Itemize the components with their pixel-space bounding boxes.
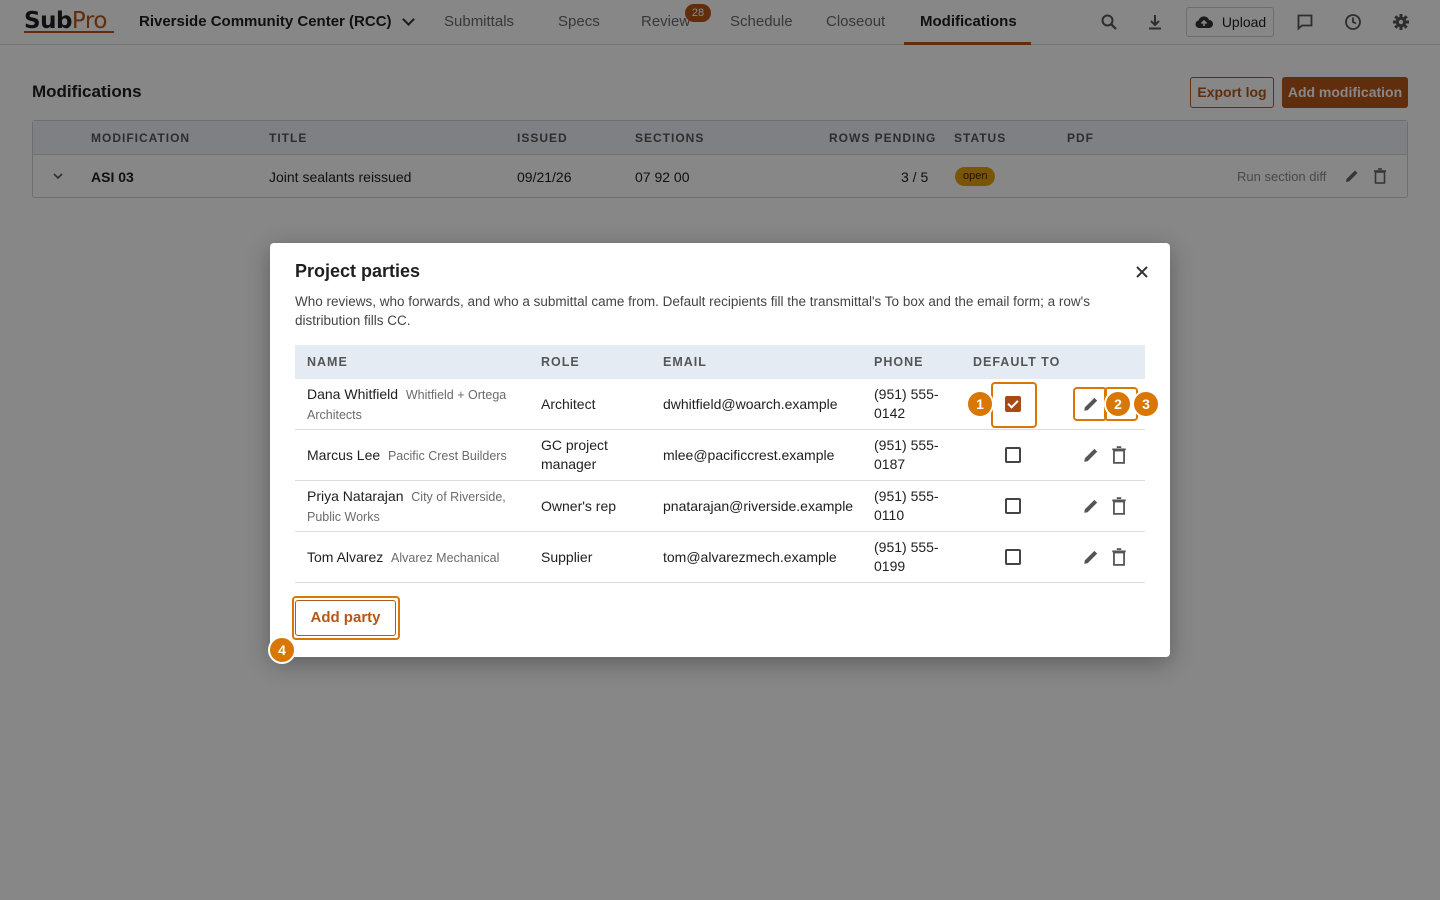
dialog-title: Project parties	[295, 261, 421, 281]
default-to-checkbox[interactable]	[1005, 549, 1021, 565]
highlight-default-to-checkbox	[991, 382, 1037, 428]
party-row: Priya Natarajan City of Riverside, Publi…	[295, 481, 1145, 532]
highlight-add-party-button	[292, 596, 400, 640]
party-name-cell: Tom Alvarez Alvarez Mechanical	[307, 548, 537, 568]
party-phone: (951) 555-0199	[874, 539, 939, 574]
parties-table-header: NAME ROLE EMAIL PHONE DEFAULT TO	[295, 345, 1145, 379]
party-name: Tom Alvarez	[307, 549, 384, 565]
annotation-marker-4: 4	[268, 636, 296, 664]
party-email: pnatarajan@riverside.example	[663, 498, 854, 514]
party-role: Owner's rep	[541, 498, 617, 514]
close-icon[interactable]	[1132, 262, 1152, 282]
party-name-cell: Dana Whitfield Whitfield + Ortega Archit…	[307, 385, 527, 425]
highlight-edit-button	[1073, 387, 1107, 421]
project-parties-dialog: Project parties Who reviews, who forward…	[268, 243, 1170, 664]
party-org: Pacific Crest Builders	[387, 449, 507, 463]
col-name: NAME	[307, 355, 348, 369]
party-role: GC project manager	[541, 437, 608, 472]
annotation-marker-1: 1	[966, 390, 994, 418]
col-role: ROLE	[541, 355, 580, 369]
col-default-to: DEFAULT TO	[973, 355, 1061, 369]
trash-icon[interactable]	[1110, 446, 1128, 464]
party-name: Priya Natarajan	[307, 488, 404, 504]
annotation-marker-2: 2	[1104, 390, 1132, 418]
party-role: Architect	[541, 396, 596, 412]
party-role: Supplier	[541, 549, 593, 565]
party-name-cell: Marcus Lee Pacific Crest Builders	[307, 446, 537, 466]
party-name: Marcus Lee	[307, 447, 381, 463]
party-email: mlee@pacificcrest.example	[663, 447, 835, 463]
trash-icon[interactable]	[1110, 548, 1128, 566]
party-org: Alvarez Mechanical	[391, 551, 500, 565]
party-phone: (951) 555-0187	[874, 437, 939, 472]
pencil-icon[interactable]	[1082, 548, 1100, 566]
pencil-icon[interactable]	[1082, 446, 1100, 464]
party-name: Dana Whitfield	[307, 386, 399, 402]
party-row: Tom Alvarez Alvarez Mechanical Supplier …	[295, 532, 1145, 583]
party-phone: (951) 555-0142	[874, 386, 939, 421]
col-email: EMAIL	[663, 355, 707, 369]
dialog-description: Who reviews, who forwards, and who a sub…	[295, 294, 1090, 328]
pencil-icon[interactable]	[1082, 497, 1100, 515]
party-email: tom@alvarezmech.example	[663, 549, 837, 565]
trash-icon[interactable]	[1110, 497, 1128, 515]
annotation-marker-3: 3	[1132, 390, 1160, 418]
default-to-checkbox[interactable]	[1005, 498, 1021, 514]
col-phone: PHONE	[874, 355, 924, 369]
party-row: Marcus Lee Pacific Crest Builders GC pro…	[295, 430, 1145, 481]
party-name-cell: Priya Natarajan City of Riverside, Publi…	[307, 487, 527, 527]
party-email: dwhitfield@woarch.example	[663, 396, 838, 412]
party-phone: (951) 555-0110	[874, 488, 939, 523]
default-to-checkbox[interactable]	[1005, 447, 1021, 463]
